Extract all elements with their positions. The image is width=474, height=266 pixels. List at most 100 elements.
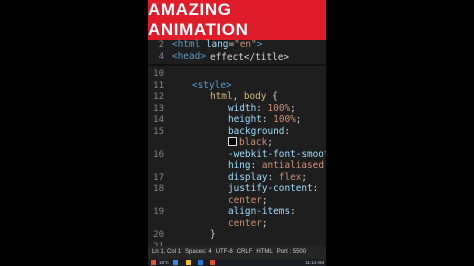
code-token: 100% (273, 114, 296, 125)
code-text: justify-content: (228, 183, 318, 195)
line-number: 19 (153, 207, 164, 217)
code-token: > (256, 39, 263, 50)
code-token: black (239, 137, 268, 148)
code-text: <style> (192, 80, 232, 92)
code-line: center; (148, 195, 326, 207)
line-number: 14 (153, 115, 164, 125)
code-token: height (228, 114, 262, 125)
code-line: 20} (148, 229, 326, 241)
status-item[interactable]: Ln 1, Col 1 (152, 249, 181, 255)
code-line: 19 align-items: (148, 206, 326, 218)
code-text: <html lang="en"> (172, 39, 262, 51)
code-text: center; (228, 195, 268, 207)
code-token: -webkit-font-smoot (228, 148, 326, 160)
folder-icon[interactable] (185, 260, 191, 266)
code-line: 11 <style> (148, 80, 326, 92)
code-text: center; (228, 218, 268, 230)
color-swatch-icon (228, 137, 237, 146)
code-token: : (312, 183, 319, 194)
code-token: : (284, 125, 291, 137)
code-line: 10 (148, 68, 326, 80)
code-line: 13 width: 100%; (148, 103, 326, 115)
line-number: 10 (153, 69, 164, 79)
line-number: 18 (153, 184, 164, 194)
code-text: } (210, 229, 216, 241)
code-line: 17 display: flex; (148, 172, 326, 184)
code-line: center; (148, 218, 326, 230)
status-item[interactable]: Spaces: 4 (185, 249, 212, 255)
code-line: 14 height: 100%; (148, 114, 326, 126)
code-line: 12 html, body { (148, 91, 326, 103)
line-number: 17 (153, 172, 164, 183)
code-token: center (228, 217, 262, 229)
code-token: } (210, 229, 216, 240)
search-icon[interactable] (173, 260, 179, 266)
code-text: height: 100%; (228, 114, 301, 126)
line-number: 20 (153, 230, 164, 240)
line-number: 15 (153, 126, 164, 137)
code-token: width (228, 102, 257, 114)
code-token: antialiased (261, 160, 324, 171)
status-item[interactable]: CRLF (237, 249, 253, 255)
code-text: html, body { (210, 91, 278, 103)
line-number: 12 (153, 92, 164, 102)
code-token: : (250, 160, 262, 171)
code-line: 18 justify-content: (148, 183, 326, 195)
line-number: 16 (153, 149, 164, 160)
code-line: 15 background: (148, 126, 326, 138)
code-token: : (267, 171, 279, 183)
code-token: justify-content (228, 183, 313, 194)
code-token: "en" (234, 39, 257, 50)
code-token: ; (267, 137, 273, 148)
weather-icon (151, 260, 156, 266)
code-token: : (256, 102, 268, 114)
code-token: { (266, 91, 278, 102)
code-token: display (228, 171, 268, 183)
code-token: <html (172, 39, 206, 50)
code-token: ; (290, 102, 296, 114)
code-token: hing (228, 160, 251, 171)
code-text: black; (228, 137, 273, 149)
banner-title: AMAZING ANIMATION (148, 0, 249, 39)
code-token: ; (295, 114, 302, 125)
line-number: 11 (153, 80, 164, 91)
code-token: <style> (192, 79, 232, 91)
code-token: center (228, 194, 262, 206)
code-token: ; (261, 194, 268, 206)
vscode-icon[interactable] (197, 260, 203, 266)
taskbar: 19°C 11:14 AM (148, 259, 326, 266)
code-line: hing: antialiased; (148, 160, 326, 172)
code-token: body (243, 91, 267, 102)
status-item[interactable]: Port : 5500 (277, 249, 306, 255)
code-token: : (261, 114, 274, 125)
code-token: align-items (228, 206, 291, 217)
code-line: 2 <html lang="en"> (148, 39, 326, 51)
code-token: ; (301, 171, 308, 183)
code-text: -webkit-font-smoot (228, 149, 326, 161)
code-line: black; (148, 137, 326, 149)
code-token: 100% (267, 102, 291, 114)
code-text: display: flex; (228, 172, 307, 184)
phone-screen: AMAZING ANIMATION 2 <html lang="en"> 4 <hea… (148, 0, 326, 266)
code-token: flex (278, 171, 302, 183)
code-token: ; (261, 217, 268, 229)
code-token: lang (205, 39, 229, 50)
partial-line-text: effect</title> (210, 52, 290, 63)
browser-icon[interactable] (210, 260, 216, 266)
code-text: width: 100%; (228, 103, 296, 115)
code-token: : (290, 206, 296, 217)
status-bar: Ln 1, Col 1 Spaces: 4 UTF-8 CRLF HTML Port : … (148, 246, 326, 259)
code-token: , (232, 91, 244, 102)
line-number: 13 (153, 103, 164, 114)
clock: 11:14 AM (305, 260, 324, 265)
code-text: hing: antialiased; (228, 160, 326, 172)
code-text: align-items: (228, 206, 296, 218)
status-item[interactable]: HTML (256, 249, 272, 255)
code-token: ; (324, 160, 326, 171)
code-token: html (210, 91, 233, 102)
code-text: background: (228, 126, 290, 138)
weather-text: 19°C (159, 260, 170, 265)
code-line: 16 -webkit-font-smoot (148, 149, 326, 161)
status-item[interactable]: UTF-8 (216, 249, 233, 255)
title-banner: AMAZING ANIMATION (148, 0, 326, 40)
